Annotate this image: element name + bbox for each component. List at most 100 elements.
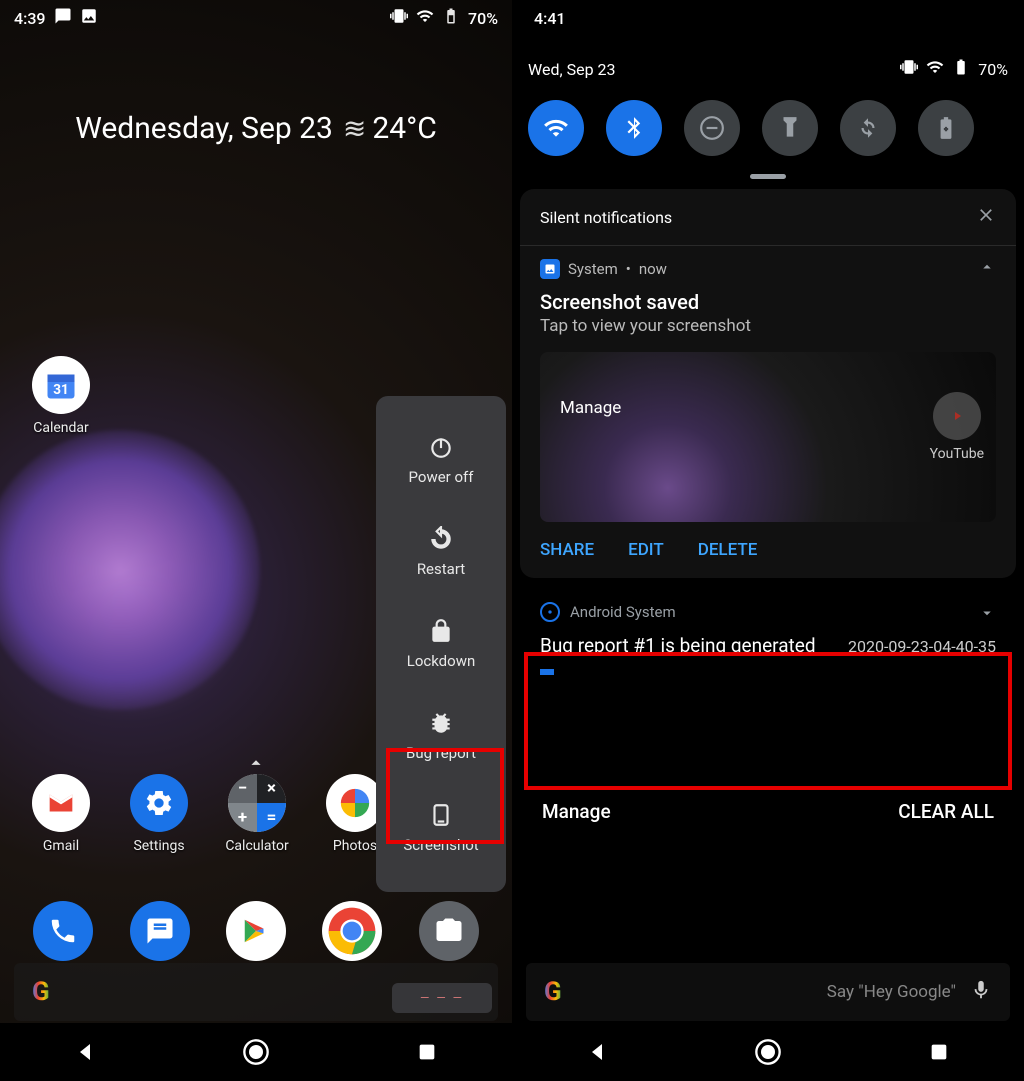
notification-shade: 4:41 Wed, Sep 23 70% Silent notification… [512, 0, 1024, 1081]
bug-report-button[interactable]: Bug report [376, 690, 506, 782]
app-label: Calendar [33, 420, 89, 436]
app-gmail[interactable]: Gmail [22, 774, 100, 854]
pm-label: Lockdown [407, 652, 476, 670]
qs-autorotate-tile[interactable] [840, 100, 896, 156]
shade-handle[interactable] [750, 174, 786, 179]
dock-messages-icon[interactable] [130, 901, 190, 961]
search-hint: Say "Hey Google" [827, 982, 956, 1002]
widget-date: Wednesday, Sep 23 [75, 111, 333, 146]
power-menu: Power off Restart Lockdown Bug report Sc… [376, 396, 506, 892]
pm-label: Restart [417, 560, 465, 578]
wifi-icon [416, 7, 434, 29]
chevron-up-icon[interactable] [978, 258, 996, 280]
sys-notif-title: Bug report #1 is being generated [540, 634, 816, 657]
svg-text:31: 31 [53, 382, 69, 398]
app-calculator[interactable]: −×+= Calculator [218, 774, 296, 854]
google-logo-icon: G [32, 977, 50, 1007]
clear-all-button[interactable]: CLEAR ALL [898, 800, 994, 823]
screenshot-button[interactable]: Screenshot [376, 782, 506, 874]
qs-wifi-tile[interactable] [528, 100, 584, 156]
app-label: Photos [333, 838, 377, 854]
message-icon [54, 7, 72, 29]
app-settings[interactable]: Settings [120, 774, 198, 854]
close-icon[interactable] [976, 205, 996, 229]
status-bar: 4:39 70% [0, 0, 512, 36]
qs-tiles [528, 100, 1008, 174]
calendar-icon: 31 [32, 356, 90, 414]
app-calendar[interactable]: 31 Calendar [22, 356, 100, 436]
qs-bluetooth-tile[interactable] [606, 100, 662, 156]
app-label: Gmail [43, 838, 79, 854]
nav-recent-icon[interactable] [925, 1038, 953, 1066]
dock-play-icon[interactable] [226, 901, 286, 961]
pm-label: Bug report [406, 744, 476, 762]
thumb-youtube: YouTube [930, 392, 984, 462]
mic-icon[interactable] [970, 979, 992, 1005]
nav-back-icon[interactable] [71, 1038, 99, 1066]
google-logo-icon: G [544, 977, 562, 1007]
quick-settings-panel: Wed, Sep 23 70% [512, 58, 1024, 179]
notif-meta: System • now [520, 246, 1016, 286]
at-a-glance-widget[interactable]: Wednesday, Sep 23 ≋ 24°C [0, 111, 512, 146]
delete-button[interactable]: DELETE [698, 540, 758, 560]
qs-flashlight-tile[interactable] [762, 100, 818, 156]
navigation-bar [512, 1023, 1024, 1081]
dock [0, 901, 512, 961]
pm-label: Power off [409, 468, 474, 486]
nav-recent-icon[interactable] [413, 1038, 441, 1066]
weather-fog-icon: ≋ [343, 112, 362, 145]
notif-title[interactable]: Screenshot saved [520, 286, 1016, 316]
gmail-icon [32, 774, 90, 832]
screenshot-thumbnail[interactable]: Manage YouTube [540, 352, 996, 522]
shade-footer: Manage CLEAR ALL [512, 800, 1024, 823]
thumb-manage-label: Manage [560, 398, 621, 418]
qs-battery-saver-tile[interactable] [918, 100, 974, 156]
dock-chrome-icon[interactable] [322, 901, 382, 961]
lockdown-button[interactable]: Lockdown [376, 598, 506, 690]
pm-label: Screenshot [403, 836, 478, 854]
status-bar: 4:41 [512, 0, 1024, 36]
android-system-icon [540, 602, 560, 622]
chevron-down-icon[interactable] [978, 604, 996, 626]
notif-subtitle: Tap to view your screenshot [520, 316, 1016, 348]
qs-dnd-tile[interactable] [684, 100, 740, 156]
edit-button[interactable]: EDIT [628, 540, 664, 560]
svg-text:−: − [238, 778, 247, 798]
battery-icon [442, 7, 460, 29]
notif-actions: SHARE EDIT DELETE [520, 522, 1016, 578]
notif-when: now [639, 260, 667, 278]
nav-back-icon[interactable] [583, 1038, 611, 1066]
navigation-bar [0, 1023, 512, 1081]
system-app-icon [540, 259, 560, 279]
recents-pill[interactable]: — — — [392, 983, 492, 1013]
sys-source: Android System [570, 603, 676, 621]
wifi-icon [926, 58, 944, 80]
dock-camera-icon[interactable] [419, 901, 479, 961]
svg-text:=: = [267, 807, 277, 827]
app-label: Calculator [225, 838, 288, 854]
android-system-notification[interactable]: Android System Bug report #1 is being ge… [520, 586, 1016, 699]
app-label: Settings [133, 838, 184, 854]
battery-icon [952, 58, 970, 80]
restart-button[interactable]: Restart [376, 506, 506, 598]
image-icon [80, 7, 98, 29]
vibrate-icon [900, 58, 918, 80]
power-off-button[interactable]: Power off [376, 414, 506, 506]
qs-date: Wed, Sep 23 [528, 60, 616, 79]
dock-phone-icon[interactable] [33, 901, 93, 961]
status-time: 4:39 [14, 9, 46, 28]
manage-button[interactable]: Manage [542, 800, 611, 823]
vibrate-icon [390, 7, 408, 29]
settings-icon [130, 774, 188, 832]
google-search-bar[interactable]: G Say "Hey Google" [526, 963, 1010, 1021]
nav-home-icon[interactable] [754, 1038, 782, 1066]
status-battery: 70% [978, 60, 1008, 79]
nav-home-icon[interactable] [242, 1038, 270, 1066]
calculator-icon: −×+= [228, 774, 286, 832]
sys-notif-timestamp: 2020-09-23-04-40-35 [848, 637, 996, 656]
youtube-icon [933, 392, 981, 440]
progress-indicator [540, 669, 554, 675]
share-button[interactable]: SHARE [540, 540, 594, 560]
app-drawer-handle[interactable] [245, 752, 267, 778]
youtube-label: YouTube [930, 446, 984, 462]
